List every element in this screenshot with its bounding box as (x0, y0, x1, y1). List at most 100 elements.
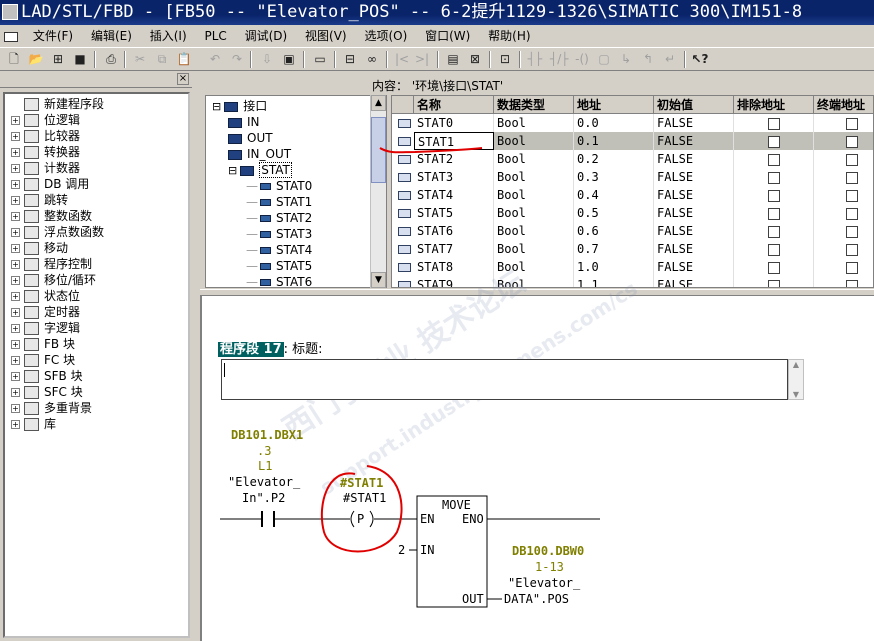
cell-name[interactable]: STAT5 (414, 204, 494, 222)
pane-splitter[interactable] (200, 289, 874, 296)
cell-name[interactable]: STAT3 (414, 168, 494, 186)
cell-init[interactable]: FALSE (654, 114, 734, 132)
table-row[interactable]: STAT5 Bool 0.5 FALSE (392, 204, 873, 222)
table-row[interactable]: STAT4 Bool 0.4 FALSE (392, 186, 873, 204)
cell-name[interactable]: STAT4 (414, 186, 494, 204)
expand-icon[interactable]: + (11, 324, 20, 333)
cell-addr[interactable]: 0.7 (574, 240, 654, 258)
expand-icon[interactable]: + (11, 244, 20, 253)
contact-nc-icon[interactable]: ┤/├ (550, 51, 569, 68)
expand-icon[interactable]: + (11, 388, 20, 397)
cell-init[interactable]: FALSE (654, 240, 734, 258)
close-icon[interactable]: × (177, 73, 189, 85)
coil-icon[interactable]: -() (573, 51, 591, 68)
exclude-address-checkbox[interactable] (768, 136, 780, 148)
save-icon[interactable]: ■ (71, 51, 89, 68)
menu-edit[interactable]: 编辑(E) (84, 25, 139, 47)
expand-icon[interactable]: + (11, 404, 20, 413)
cell-type[interactable]: Bool (494, 150, 574, 168)
expand-icon[interactable]: + (11, 148, 20, 157)
download-icon[interactable]: ⇩ (258, 51, 276, 68)
monitor-icon[interactable]: ▣ (280, 51, 298, 68)
help-icon[interactable]: ↖? (691, 51, 709, 68)
exclude-address-checkbox[interactable] (768, 118, 780, 130)
cell-type[interactable]: Bool (494, 168, 574, 186)
document-icon[interactable] (4, 31, 18, 42)
program-element-item[interactable]: + 字逻辑 (11, 320, 80, 336)
program-element-item[interactable]: + 移动 (11, 240, 68, 256)
cell-init[interactable]: FALSE (654, 204, 734, 222)
undo-icon[interactable]: ↶ (206, 51, 224, 68)
cell-init[interactable]: FALSE (654, 168, 734, 186)
program-element-item[interactable]: + FB 块 (11, 336, 75, 352)
cell-addr[interactable]: 0.1 (574, 132, 654, 150)
table-row[interactable]: STAT6 Bool 0.6 FALSE (392, 222, 873, 240)
open-branch-icon[interactable]: |< (393, 51, 411, 68)
overview-icon[interactable]: ▤ (444, 51, 462, 68)
expand-icon[interactable]: + (11, 276, 20, 285)
program-element-item[interactable]: + 转换器 (11, 144, 80, 160)
program-element-item[interactable]: + FC 块 (11, 352, 75, 368)
detail-icon[interactable]: ⊠ (466, 51, 484, 68)
program-element-item[interactable]: + 整数函数 (11, 208, 92, 224)
print-icon[interactable]: ⎙ (102, 51, 120, 68)
exclude-address-checkbox[interactable] (768, 280, 780, 287)
table-row[interactable]: STAT7 Bool 0.7 FALSE (392, 240, 873, 258)
exclude-address-checkbox[interactable] (768, 226, 780, 238)
cell-init[interactable]: FALSE (654, 276, 734, 287)
terminal-address-checkbox[interactable] (846, 118, 858, 130)
expand-icon[interactable]: + (11, 116, 20, 125)
terminal-address-checkbox[interactable] (846, 136, 858, 148)
expand-icon[interactable]: + (11, 228, 20, 237)
exclude-address-checkbox[interactable] (768, 190, 780, 202)
branch-down-icon[interactable]: ↳ (617, 51, 635, 68)
program-element-item[interactable]: + 浮点数函数 (11, 224, 104, 240)
expand-icon[interactable]: + (11, 164, 20, 173)
cell-name[interactable]: STAT7 (414, 240, 494, 258)
accessible-nodes-icon[interactable]: ⊞ (49, 51, 67, 68)
program-element-item[interactable]: + SFC 块 (11, 384, 83, 400)
terminal-address-checkbox[interactable] (846, 172, 858, 184)
cell-addr[interactable]: 0.5 (574, 204, 654, 222)
nc-contact-icon[interactable]: ⊡ (496, 51, 514, 68)
terminal-address-checkbox[interactable] (846, 154, 858, 166)
network-icon[interactable]: ▭ (311, 51, 329, 68)
cell-type[interactable]: Bool (494, 240, 574, 258)
interface-tree-item[interactable]: — STAT1 (246, 194, 312, 210)
cell-init[interactable]: FALSE (654, 186, 734, 204)
cell-type[interactable]: Bool (494, 186, 574, 204)
terminal-address-checkbox[interactable] (846, 208, 858, 220)
column-header[interactable]: 名称 (414, 96, 494, 114)
menu-plc[interactable]: PLC (197, 25, 233, 47)
copy-icon[interactable]: ⧉ (153, 51, 171, 68)
expand-icon[interactable]: + (11, 260, 20, 269)
interface-tree-item[interactable]: — STAT3 (246, 226, 312, 242)
connection-icon[interactable]: ↵ (661, 51, 679, 68)
cell-addr[interactable]: 0.3 (574, 168, 654, 186)
cell-type[interactable]: Bool (494, 222, 574, 240)
cell-init[interactable]: FALSE (654, 132, 734, 150)
expand-icon[interactable]: + (11, 212, 20, 221)
expand-icon[interactable]: + (11, 292, 20, 301)
interface-tree-item[interactable]: ⊟ 接口 (212, 98, 267, 114)
exclude-address-checkbox[interactable] (768, 208, 780, 220)
column-header[interactable]: 地址 (574, 96, 654, 114)
cell-type[interactable]: Bool (494, 114, 574, 132)
program-element-item[interactable]: + 位逻辑 (11, 112, 80, 128)
expand-icon[interactable]: + (11, 340, 20, 349)
close-branch-icon[interactable]: >| (413, 51, 431, 68)
interface-tree-item[interactable]: OUT (228, 130, 273, 146)
scroll-down-icon[interactable]: ▼ (371, 272, 386, 288)
interface-tree-scrollbar[interactable]: ▲ ▼ (370, 95, 386, 288)
interface-tree-item[interactable]: — STAT4 (246, 242, 312, 258)
exclude-address-checkbox[interactable] (768, 172, 780, 184)
collapse-icon[interactable]: ⊟ (212, 100, 221, 113)
cell-init[interactable]: FALSE (654, 258, 734, 276)
column-header[interactable]: 排除地址 (734, 96, 814, 114)
interface-tree-item[interactable]: ⊟ STAT (228, 162, 292, 178)
expand-icon[interactable]: + (11, 372, 20, 381)
program-element-item[interactable]: + 计数器 (11, 160, 80, 176)
cell-type[interactable]: Bool (494, 204, 574, 222)
program-element-item[interactable]: + 程序控制 (11, 256, 92, 272)
expand-icon[interactable]: + (11, 180, 20, 189)
